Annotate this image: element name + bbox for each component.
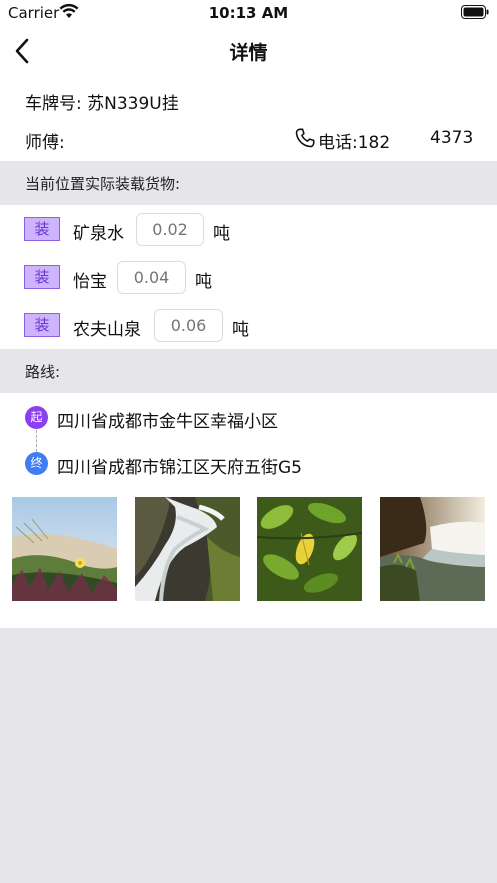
route-header-label: 路线: (25, 363, 61, 381)
status-bar: Carrier 10:13 AM (0, 0, 497, 26)
goods-list: 装 矿泉水 吨 装 怡宝 吨 装 农夫山泉 吨 (0, 205, 497, 349)
route-end-marker: 终 (25, 452, 48, 475)
phone-suffix[interactable]: 4373 (430, 128, 473, 148)
goods-row: 装 农夫山泉 吨 (0, 301, 497, 342)
goods-header-label: 当前位置实际装载货物: (25, 175, 181, 193)
photo-waterfall-rocks[interactable] (135, 497, 240, 601)
route-section-header: 路线: (0, 349, 497, 393)
quantity-input[interactable] (154, 309, 223, 342)
goods-row: 装 怡宝 吨 (0, 253, 497, 294)
route-start-address: 四川省成都市金牛区幸福小区 (57, 412, 278, 432)
nav-bar: 详情 (0, 26, 497, 76)
vehicle-info-section: 车牌号: 苏N339U挂 师傅: 电话:182 4373 (0, 76, 497, 161)
flowers-dune-image (12, 497, 117, 601)
quantity-input[interactable] (117, 261, 186, 294)
goods-name: 怡宝 (73, 272, 107, 292)
phone-label[interactable]: 电话:182 (318, 128, 390, 153)
clock: 10:13 AM (208, 4, 289, 22)
green-leaves-image (257, 497, 362, 601)
load-tag: 装 (24, 265, 60, 289)
waterfall-cliff-image (380, 497, 485, 601)
page-title: 详情 (229, 42, 268, 64)
route-section: 起 四川省成都市金牛区幸福小区 终 四川省成都市锦江区天府五街G5 (0, 393, 497, 628)
photo-green-leaves[interactable] (257, 497, 362, 601)
photo-flowers-dune[interactable] (12, 497, 117, 601)
route-end-address: 四川省成都市锦江区天府五街G5 (57, 458, 302, 478)
goods-row: 装 矿泉水 吨 (0, 205, 497, 246)
battery-icon (461, 5, 489, 19)
goods-name: 矿泉水 (73, 224, 124, 244)
goods-name: 农夫山泉 (73, 320, 141, 340)
phone-icon[interactable] (294, 127, 316, 149)
waterfall-rocks-image (135, 497, 240, 601)
goods-section-header: 当前位置实际装载货物: (0, 161, 497, 205)
route-start-marker: 起 (25, 406, 48, 429)
unit-label: 吨 (195, 272, 212, 292)
load-tag: 装 (24, 217, 60, 241)
unit-label: 吨 (232, 320, 249, 340)
photo-waterfall-cliff[interactable] (380, 497, 485, 601)
load-tag: 装 (24, 313, 60, 337)
plate-number: 车牌号: 苏N339U挂 (25, 94, 179, 114)
route-connector-line (36, 430, 37, 452)
unit-label: 吨 (213, 224, 230, 244)
quantity-input[interactable] (136, 213, 204, 246)
driver-label: 师傅: (25, 133, 65, 153)
